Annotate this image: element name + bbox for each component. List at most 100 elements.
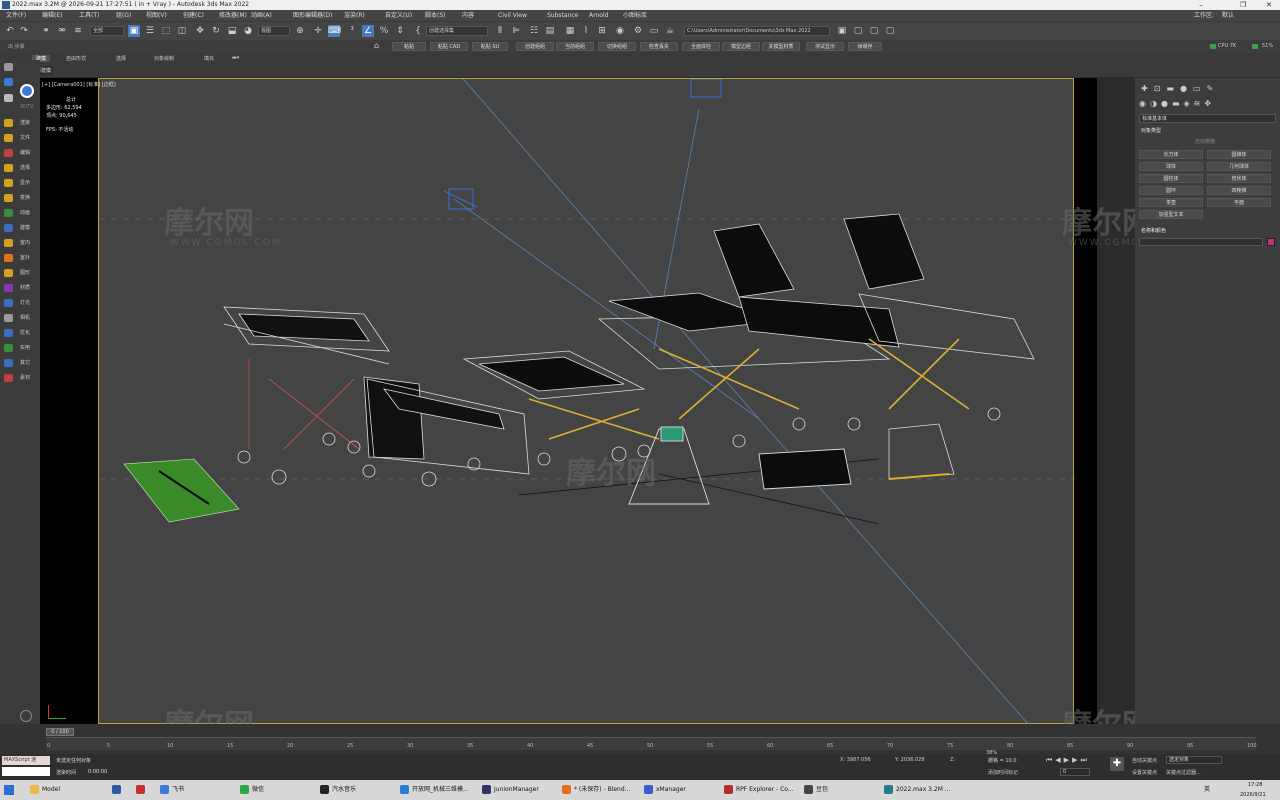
textplus-button[interactable]: 加强型文本 <box>1139 210 1203 219</box>
maxscript-listener[interactable]: MAXScript 迷 <box>2 756 50 765</box>
material-editor-icon[interactable]: ◉ <box>614 25 626 37</box>
unlink-icon[interactable]: ⚮ <box>56 25 68 37</box>
strip-item[interactable]: 素材 <box>0 371 40 385</box>
model-edges-button[interactable]: 模型边经 <box>722 42 760 51</box>
clock-date[interactable]: 2026/9/21 <box>1240 785 1266 800</box>
tab-selection[interactable]: 选择 <box>116 55 126 62</box>
cylinder-button[interactable]: 圆柱体 <box>1139 174 1203 183</box>
pivot-center-icon[interactable]: ⊕ <box>294 25 306 37</box>
menu-views[interactable]: 视图(V) <box>146 10 167 21</box>
project-path-dropdown[interactable]: C:\Users\Administrator\Documents\3ds Max… <box>684 26 830 36</box>
taskbar-app[interactable]: RPF Explorer - Co... <box>724 780 794 800</box>
select-manipulate-icon[interactable]: ✛ <box>312 25 324 37</box>
switch-group-button[interactable]: 切换组组 <box>598 42 636 51</box>
rollout-name-color[interactable]: 名称和颜色 <box>1141 227 1166 234</box>
menu-scripting[interactable]: 脚本(S) <box>425 10 446 21</box>
strip-item[interactable]: 灯光 <box>0 296 40 310</box>
frame-buffer-button[interactable]: 帧缓存 <box>848 42 882 51</box>
tab-freeform[interactable]: 自由形式 <box>66 55 86 62</box>
x-coord-field[interactable]: X: 3987.056 <box>840 757 871 763</box>
menu-file[interactable]: 文件(F) <box>6 10 26 21</box>
render-production-icon[interactable]: ☕ <box>664 25 676 37</box>
create-category-icons[interactable]: ◉◑●▬◈≋✥ <box>1139 98 1274 109</box>
menu-substance[interactable]: Substance <box>547 10 578 21</box>
strip-item[interactable]: 建模 <box>0 221 40 235</box>
menu-customize[interactable]: 自定义(U) <box>385 10 412 21</box>
stretcher-right[interactable] <box>713 213 1035 480</box>
strip-item[interactable]: 渲染 <box>0 116 40 130</box>
viewport-label[interactable]: [+] [Camera001] [标准] [边框] <box>42 81 116 88</box>
ribbon-options-icon[interactable]: ▬▾ <box>232 55 239 61</box>
strip-item[interactable]: 选择 <box>0 161 40 175</box>
percent-snap-icon[interactable]: % <box>378 25 390 37</box>
create-group-button[interactable]: 创建组组 <box>516 42 554 51</box>
strip-window-icon[interactable] <box>4 94 13 102</box>
strip-globe-icon[interactable] <box>4 78 13 86</box>
torus-button[interactable]: 圆环 <box>1139 186 1203 195</box>
current-frame-field[interactable]: 0 <box>1060 768 1090 776</box>
taskbar-app[interactable] <box>112 780 124 800</box>
place-icon[interactable]: ◕ <box>242 25 254 37</box>
start-icon[interactable] <box>4 785 14 795</box>
strip-item[interactable]: 室外 <box>0 251 40 265</box>
tab-object-paint[interactable]: 对象绘制 <box>154 55 174 62</box>
layer-explorer-icon[interactable]: ▤ <box>544 25 556 37</box>
spine-board[interactable] <box>123 458 240 523</box>
tab-populate[interactable]: 填充 <box>204 55 214 62</box>
bind-spacewarp-icon[interactable]: ≋ <box>72 25 84 37</box>
menu-civil-view[interactable]: Civil View <box>498 10 527 21</box>
taskbar-app[interactable]: JunionManager <box>482 780 539 800</box>
menu-small-icon-lib[interactable]: 小图标库 <box>623 10 647 21</box>
strip-item[interactable]: 其它 <box>0 356 40 370</box>
strip-item[interactable]: 编辑 <box>0 146 40 160</box>
ime-indicator[interactable]: 英 <box>1204 780 1210 800</box>
key-selection-dropdown[interactable]: 选定对象 <box>1166 756 1222 764</box>
camera-gizmo[interactable] <box>443 79 722 210</box>
pyramid-button[interactable]: 四棱锥 <box>1207 186 1271 195</box>
box-button[interactable]: 长方体 <box>1139 150 1203 159</box>
menu-content[interactable]: 内容 <box>462 10 474 21</box>
menu-rendering[interactable]: 渲染(R) <box>344 10 365 21</box>
menu-graph-editors[interactable]: 图形编辑器(D) <box>293 10 332 21</box>
taskbar-app[interactable] <box>136 780 148 800</box>
rendered-frame-window-icon[interactable]: ▭ <box>648 25 660 37</box>
object-color-swatch[interactable] <box>1267 238 1275 246</box>
current-group-button[interactable]: 当前组组 <box>556 42 594 51</box>
taskbar-app[interactable]: 飞书 <box>160 780 184 800</box>
primitive-type-dropdown[interactable]: 标准基本体 <box>1139 114 1276 123</box>
z-coord-field[interactable]: Z: <box>950 757 955 763</box>
toolbar-extra-2-icon[interactable]: ▢ <box>868 25 880 37</box>
select-by-name-icon[interactable]: ☰ <box>144 25 156 37</box>
menu-tools[interactable]: 工具(T) <box>79 10 99 21</box>
edit-named-selection-icon[interactable]: { <box>412 25 424 37</box>
toolbar-extra-1-icon[interactable]: ▢ <box>852 25 864 37</box>
workspace-dropdown[interactable]: 默认 <box>1222 10 1234 21</box>
strip-item[interactable]: 材质 <box>0 281 40 295</box>
taskbar-app[interactable]: 开放网_机械三维模... <box>400 780 469 800</box>
full-check-button[interactable]: 全面体检 <box>682 42 720 51</box>
time-slider[interactable]: 0 / 100 <box>46 728 74 736</box>
mirror-icon[interactable]: ⫴ <box>494 25 506 37</box>
window-crossing-icon[interactable]: ◫ <box>176 25 188 37</box>
paste-su-button[interactable]: 粘贴 SU <box>472 42 508 51</box>
paste-cad-button[interactable]: 粘贴 CAD <box>430 42 468 51</box>
toolbar-extra-3-icon[interactable]: ▢ <box>884 25 896 37</box>
menu-arnold[interactable]: Arnold <box>589 10 608 21</box>
autogrid-checkbox[interactable]: 自动栅格 <box>1195 138 1215 145</box>
strip-item[interactable]: 图形 <box>0 266 40 280</box>
add-time-tag[interactable]: 添加时间标记 <box>988 769 1018 776</box>
align-icon[interactable]: ⊫ <box>510 25 522 37</box>
strip-view-icon[interactable] <box>4 63 13 71</box>
sphere-button[interactable]: 球体 <box>1139 162 1203 171</box>
snaps-toggle-icon[interactable]: ³ <box>346 25 358 37</box>
selection-filter-dropdown[interactable]: 全部 <box>90 26 124 36</box>
angle-snap-icon[interactable]: ∠ <box>362 25 374 37</box>
object-name-field[interactable] <box>1139 238 1263 246</box>
maximize-icon[interactable]: ❐ <box>1232 0 1254 10</box>
taskbar-app[interactable]: xManager <box>644 780 686 800</box>
strip-item[interactable]: 实用 <box>0 341 40 355</box>
select-object-icon[interactable]: ▣ <box>128 25 140 37</box>
minimize-icon[interactable]: – <box>1190 0 1212 10</box>
viewcube-icon[interactable] <box>20 710 32 722</box>
set-key-button[interactable]: 设置关键点 <box>1132 769 1157 776</box>
